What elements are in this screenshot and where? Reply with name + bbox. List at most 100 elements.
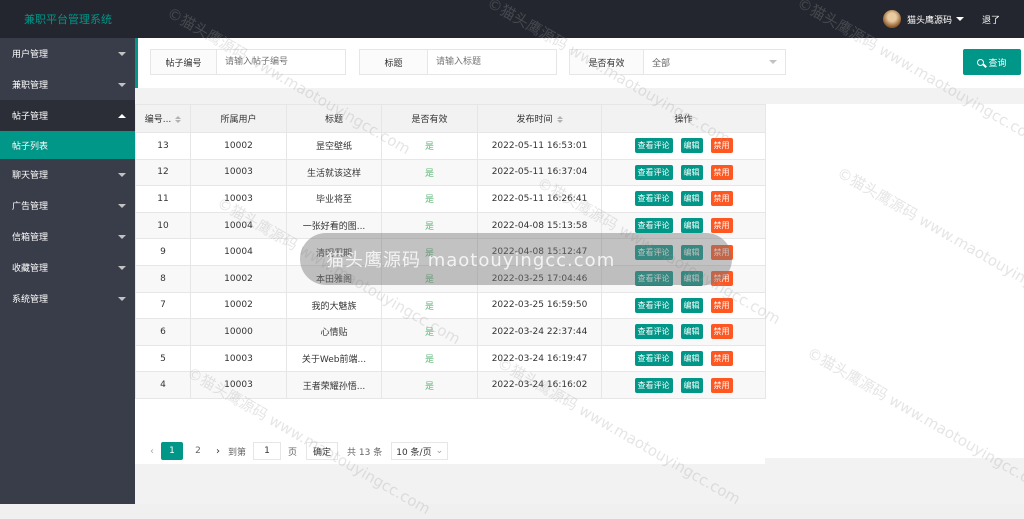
cell-title: 生活就该这样 (286, 158, 382, 187)
prev-page-icon[interactable]: ‹ (145, 446, 159, 457)
disable-button[interactable]: 禁用 (710, 164, 733, 180)
cell-user: 10003 (190, 158, 287, 187)
sidebar-item-posts[interactable]: 帖子管理 (0, 100, 135, 131)
view-comments-button[interactable]: 查看评论 (634, 164, 673, 180)
cell-user: 10003 (190, 344, 287, 373)
edit-button[interactable]: 编辑 (680, 138, 703, 154)
disable-button[interactable]: 禁用 (710, 351, 733, 367)
goto-page-input[interactable]: 1 (253, 442, 282, 460)
disable-button[interactable]: 禁用 (710, 138, 733, 154)
sidebar-item-label: 聊天管理 (12, 171, 49, 181)
view-comments-button[interactable]: 查看评论 (634, 377, 673, 393)
sidebar-item-label: 收藏管理 (12, 264, 49, 274)
chevron-down-icon (118, 234, 126, 239)
view-comments-button[interactable]: 查看评论 (634, 351, 673, 367)
view-comments-button[interactable]: 查看评论 (634, 218, 673, 234)
edit-button[interactable]: 编辑 (680, 164, 703, 180)
sidebar-item-label: 信箱管理 (12, 233, 49, 243)
view-comments-button[interactable]: 查看评论 (634, 297, 673, 313)
chevron-down-icon (118, 265, 126, 270)
cell-time: 2022-05-11 16:37:04 (477, 158, 602, 187)
edit-button[interactable]: 编辑 (680, 218, 703, 234)
sidebar-item-label: 系统管理 (12, 295, 49, 305)
sidebar-item-chat[interactable]: 聊天管理 (0, 159, 135, 190)
sidebar-subitem-post-list[interactable]: 帖子列表 (0, 131, 135, 159)
cell-actions: 查看评论 编辑 禁用 (601, 371, 766, 399)
edit-button[interactable]: 编辑 (680, 297, 703, 313)
sidebar-item-jobs[interactable]: 兼职管理 (0, 69, 135, 100)
cell-user: 10004 (190, 238, 287, 266)
col-header-id[interactable]: 编号... (135, 104, 191, 133)
user-name[interactable]: 猫头鹰源码 (907, 13, 952, 26)
disable-button[interactable]: 禁用 (710, 297, 733, 313)
cell-id: 11 (135, 185, 191, 213)
valid-select[interactable]: 全部 (644, 50, 785, 74)
user-avatar[interactable] (882, 10, 901, 28)
cell-id: 10 (135, 211, 191, 240)
chevron-down-icon (769, 60, 777, 64)
view-comments-button[interactable]: 查看评论 (634, 324, 673, 340)
pagination: ‹ 1 2 › 到第 1 页 确定 共 13 条 10 条/页 ⌄ (135, 438, 765, 464)
disable-button[interactable]: 禁用 (710, 377, 733, 393)
sidebar-item-label: 用户管理 (12, 50, 49, 60)
edit-button[interactable]: 编辑 (680, 377, 703, 393)
cell-title: 昰空壁纸 (286, 132, 382, 160)
sidebar-item-favorites[interactable]: 收藏管理 (0, 252, 135, 283)
sidebar-item-label: 帖子管理 (12, 112, 49, 122)
view-comments-button[interactable]: 查看评论 (634, 191, 673, 207)
disable-button[interactable]: 禁用 (710, 218, 733, 234)
cell-id: 7 (135, 291, 191, 320)
title-input[interactable] (428, 50, 556, 74)
sidebar-item-users[interactable]: 用户管理 (0, 38, 135, 69)
cell-time: 2022-03-24 16:19:47 (477, 344, 602, 373)
post-id-input[interactable] (217, 50, 345, 74)
view-comments-button[interactable]: 查看评论 (634, 138, 673, 154)
chevron-down-icon[interactable] (955, 17, 964, 21)
next-page-icon[interactable]: › (211, 446, 225, 457)
cell-title: 关于Web前端... (286, 344, 382, 373)
cell-actions: 查看评论 编辑 禁用 (601, 158, 766, 187)
disable-button[interactable]: 禁用 (710, 191, 733, 207)
edit-button[interactable]: 编辑 (680, 324, 703, 340)
table-row: 12 10003 生活就该这样是 2022-05-11 16:37:04 查看评论 编辑禁… (135, 158, 766, 187)
chevron-down-icon (118, 51, 126, 56)
cell-title: 心情贴 (286, 318, 382, 346)
table-row: 6 10000 心情贴是 2022-03-24 22:37:44 查看评论 编辑 禁用 (135, 318, 766, 346)
search-icon (977, 58, 985, 66)
title-field: 标题 (359, 49, 557, 75)
page-1[interactable]: 1 (161, 442, 183, 460)
chevron-down-icon (118, 296, 126, 301)
sidebar-item-system[interactable]: 系统管理 (0, 283, 135, 314)
col-header-time[interactable]: 发布时间 (477, 104, 602, 133)
disable-button[interactable]: 禁用 (710, 324, 733, 340)
cell-user: 10004 (190, 211, 287, 240)
col-header-user: 所属用户 (190, 104, 287, 133)
edit-button[interactable]: 编辑 (680, 191, 703, 207)
sort-icon[interactable] (175, 116, 182, 123)
sidebar-item-mailbox[interactable]: 信箱管理 (0, 221, 135, 252)
edit-button[interactable]: 编辑 (680, 351, 703, 367)
goto-confirm-button[interactable]: 确定 (306, 442, 339, 460)
search-bar: 帖子编号 标题 是否有效 全部 查询 (135, 38, 1024, 88)
cell-valid: 是 (381, 185, 478, 213)
page-size-select[interactable]: 10 条/页 ⌄ (391, 442, 449, 460)
sort-icon[interactable] (556, 116, 563, 123)
cell-user: 10003 (190, 185, 287, 213)
cell-actions: 查看评论 编辑 禁用 (601, 185, 766, 213)
title-label: 标题 (360, 50, 428, 74)
cell-valid: 是 (381, 371, 478, 399)
total-count: 共 13 条 (347, 447, 383, 458)
cell-time: 2022-03-24 22:37:44 (477, 318, 602, 346)
cell-id: 6 (135, 318, 191, 346)
sidebar-item-ads[interactable]: 广告管理 (0, 190, 135, 221)
cell-valid: 是 (381, 318, 478, 346)
valid-field: 是否有效 全部 (569, 49, 786, 75)
cell-actions: 查看评论 编辑 禁用 (601, 291, 766, 320)
page-2[interactable]: 2 (187, 442, 209, 460)
post-id-label: 帖子编号 (151, 50, 217, 74)
logout-link[interactable]: 退了 (982, 13, 1000, 26)
table-row: 11 10003 毕业将至是 2022-05-11 16:26:41 查看评论 编辑 禁用 (135, 185, 766, 213)
search-button[interactable]: 查询 (963, 49, 1021, 75)
cell-time: 2022-05-11 16:26:41 (477, 185, 602, 213)
cell-time: 2022-05-11 16:53:01 (477, 132, 602, 160)
